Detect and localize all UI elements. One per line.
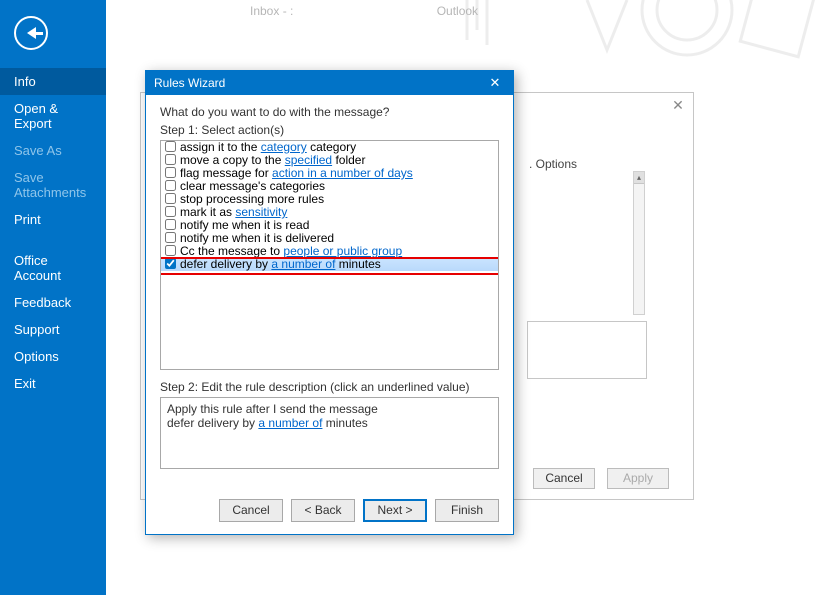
action-list[interactable]: assign it to the category categorymove a… bbox=[160, 140, 499, 370]
sidebar-item-print[interactable]: Print bbox=[0, 206, 106, 233]
action-checkbox[interactable] bbox=[165, 141, 176, 152]
action-link[interactable]: a number of bbox=[271, 257, 335, 271]
sidebar-item-save-as[interactable]: Save As bbox=[0, 137, 106, 164]
background-decoration bbox=[447, 0, 827, 70]
action-checkbox[interactable] bbox=[165, 219, 176, 230]
sidebar-item-office-account[interactable]: Office Account bbox=[0, 247, 106, 289]
step2-label: Step 2: Edit the rule description (click… bbox=[160, 380, 499, 394]
action-checkbox[interactable] bbox=[165, 180, 176, 191]
file-sidebar: InfoOpen & ExportSave AsSave Attachments… bbox=[0, 0, 106, 595]
action-link[interactable]: people or public group bbox=[283, 244, 402, 258]
back-button[interactable]: < Back bbox=[291, 499, 355, 522]
action-checkbox[interactable] bbox=[165, 154, 176, 165]
sidebar-item-exit[interactable]: Exit bbox=[0, 370, 106, 397]
action-link[interactable]: action in a number of days bbox=[272, 166, 413, 180]
dialog-title: Rules Wizard bbox=[154, 76, 485, 90]
scrollbar[interactable]: ▴ bbox=[633, 171, 645, 315]
close-icon[interactable]: ✕ bbox=[485, 75, 505, 91]
action-link[interactable]: sensitivity bbox=[235, 205, 287, 219]
options-label: . Options bbox=[529, 157, 589, 171]
action-row[interactable]: defer delivery by a number of minutes bbox=[161, 258, 498, 271]
next-button[interactable]: Next > bbox=[363, 499, 427, 522]
sidebar-item-feedback[interactable]: Feedback bbox=[0, 289, 106, 316]
action-checkbox[interactable] bbox=[165, 245, 176, 256]
action-checkbox[interactable] bbox=[165, 167, 176, 178]
action-link[interactable]: specified bbox=[285, 153, 332, 167]
action-checkbox[interactable] bbox=[165, 258, 176, 269]
cancel-button[interactable]: Cancel bbox=[219, 499, 283, 522]
inbox-label: Inbox - : bbox=[250, 4, 293, 18]
sidebar-item-support[interactable]: Support bbox=[0, 316, 106, 343]
number-of-link[interactable]: a number of bbox=[258, 416, 322, 430]
text-area[interactable] bbox=[527, 321, 647, 379]
action-checkbox[interactable] bbox=[165, 206, 176, 217]
apply-button: Apply bbox=[607, 468, 669, 489]
rules-wizard-dialog: Rules Wizard ✕ What do you want to do wi… bbox=[145, 70, 514, 535]
desc-line1: Apply this rule after I send the message bbox=[167, 402, 492, 416]
sidebar-item-options[interactable]: Options bbox=[0, 343, 106, 370]
sidebar-item-open-export[interactable]: Open & Export bbox=[0, 95, 106, 137]
back-button[interactable] bbox=[14, 16, 48, 50]
back-arrow-icon bbox=[27, 27, 36, 39]
action-link[interactable]: category bbox=[261, 140, 307, 154]
finish-button[interactable]: Finish bbox=[435, 499, 499, 522]
sidebar-item-info[interactable]: Info bbox=[0, 68, 106, 95]
action-label: defer delivery by a number of minutes bbox=[180, 258, 381, 271]
sidebar-item-save-attachments[interactable]: Save Attachments bbox=[0, 164, 106, 206]
step1-label: Step 1: Select action(s) bbox=[160, 123, 499, 137]
rule-description-box[interactable]: Apply this rule after I send the message… bbox=[160, 397, 499, 469]
chevron-up-icon: ▴ bbox=[634, 172, 644, 183]
action-checkbox[interactable] bbox=[165, 193, 176, 204]
cancel-button[interactable]: Cancel bbox=[533, 468, 595, 489]
close-icon[interactable]: ✕ bbox=[669, 97, 687, 115]
wizard-question: What do you want to do with the message? bbox=[160, 105, 499, 119]
action-checkbox[interactable] bbox=[165, 232, 176, 243]
desc-line2: defer delivery by a number of minutes bbox=[167, 416, 492, 430]
